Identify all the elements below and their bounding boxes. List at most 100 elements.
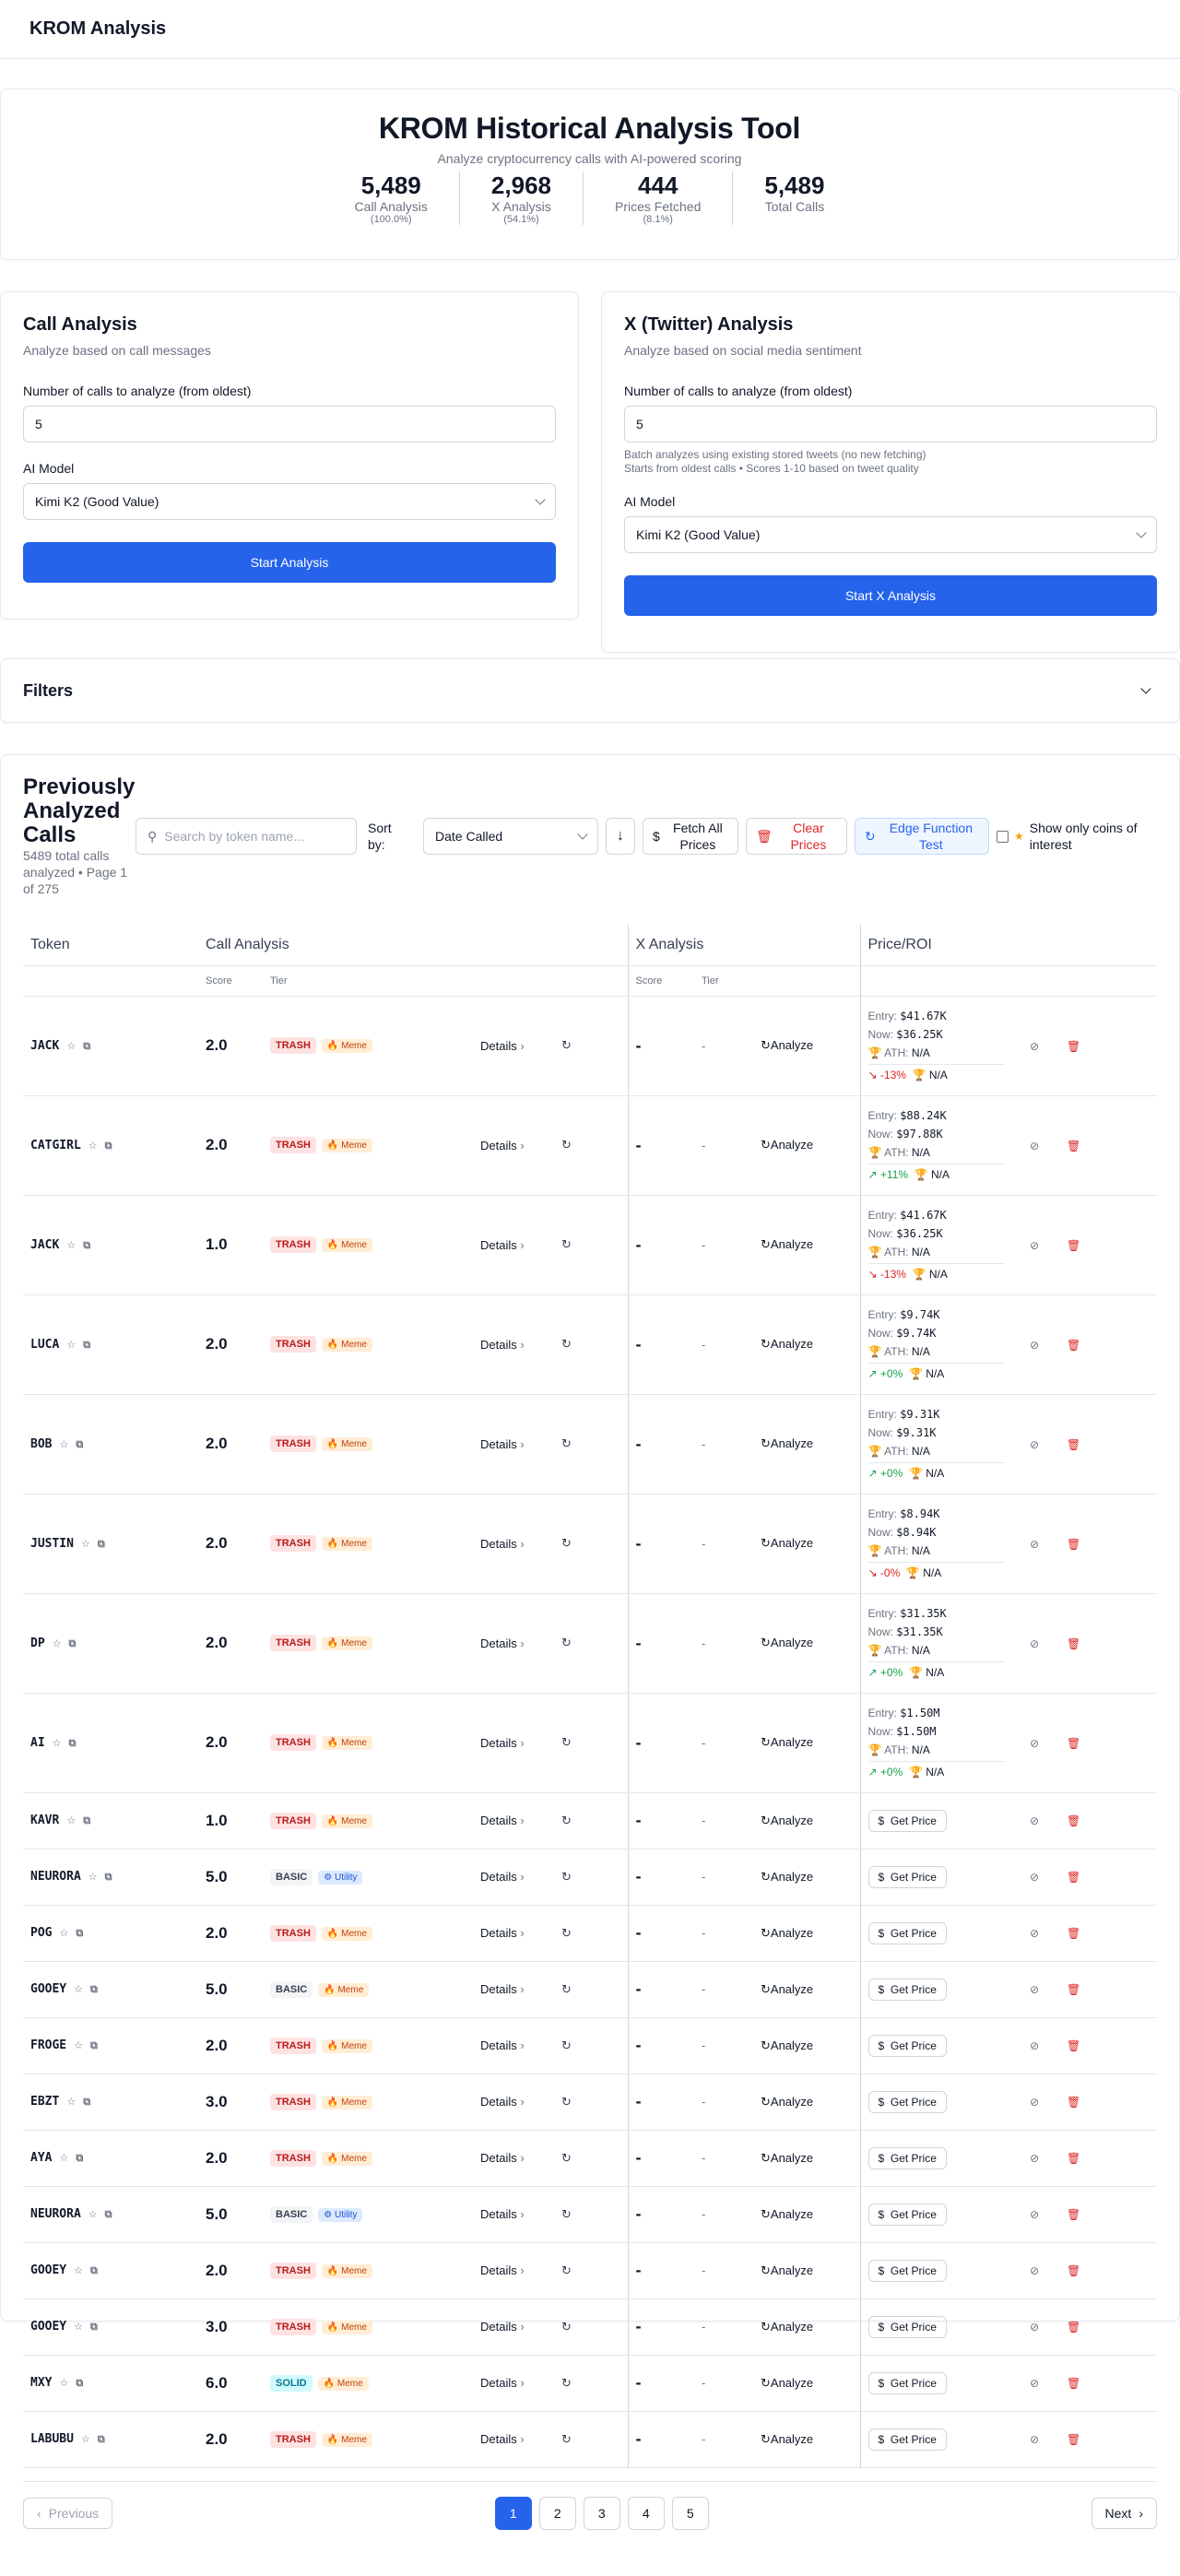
x-analyze-button[interactable]: ↻Analyze (761, 1038, 813, 1052)
star-icon[interactable]: ☆ (66, 1814, 76, 1826)
x-analyze-button[interactable]: ↻Analyze (761, 1337, 813, 1351)
details-button[interactable]: Details › (480, 1537, 525, 1551)
ban-icon[interactable]: ⊘ (1030, 2152, 1039, 2165)
ban-icon[interactable]: ⊘ (1030, 2096, 1039, 2109)
trash-icon[interactable]: 🗑 (1067, 1140, 1080, 1152)
copy-icon[interactable]: ⧉ (90, 2264, 98, 2276)
ban-icon[interactable]: ⊘ (1030, 1637, 1039, 1650)
refresh-icon[interactable]: ↻ (561, 1536, 572, 1550)
trash-icon[interactable]: 🗑 (1067, 1814, 1080, 1827)
star-icon[interactable]: ☆ (81, 2433, 90, 2445)
refresh-icon[interactable]: ↻ (561, 2207, 572, 2221)
refresh-icon[interactable]: ↻ (561, 1038, 572, 1052)
page-button[interactable]: 3 (583, 2497, 620, 2530)
star-icon[interactable]: ☆ (88, 1871, 98, 1883)
ban-icon[interactable]: ⊘ (1030, 2433, 1039, 2446)
x-analyze-button[interactable]: ↻Analyze (761, 2320, 813, 2334)
details-button[interactable]: Details › (480, 2376, 525, 2390)
get-price-button[interactable]: $ Get Price (867, 2259, 947, 2282)
ban-icon[interactable]: ⊘ (1030, 1814, 1039, 1827)
ban-icon[interactable]: ⊘ (1030, 1040, 1039, 1053)
refresh-icon[interactable]: ↻ (561, 1337, 572, 1351)
star-icon[interactable]: ☆ (74, 2264, 83, 2276)
get-price-button[interactable]: $ Get Price (867, 2315, 947, 2338)
x-analyze-button[interactable]: ↻Analyze (761, 2151, 813, 2165)
refresh-icon[interactable]: ↻ (561, 1870, 572, 1884)
refresh-icon[interactable]: ↻ (561, 2432, 572, 2446)
sort-direction-button[interactable]: ↓ (606, 818, 635, 855)
trash-icon[interactable]: 🗑 (1067, 2433, 1080, 2446)
next-page-button[interactable]: Next › (1091, 2498, 1157, 2529)
sort-select[interactable]: Date Called (423, 818, 598, 855)
x-analyze-button[interactable]: ↻Analyze (761, 1636, 813, 1649)
star-icon[interactable]: ☆ (74, 1983, 83, 1995)
page-button[interactable]: 2 (538, 2497, 576, 2530)
trash-icon[interactable]: 🗑 (1067, 1737, 1080, 1750)
refresh-icon[interactable]: ↻ (561, 1735, 572, 1749)
ban-icon[interactable]: ⊘ (1030, 2321, 1039, 2334)
checkbox[interactable] (997, 830, 1009, 843)
trash-icon[interactable]: 🗑 (1067, 1538, 1080, 1551)
x-analyze-button[interactable]: ↻Analyze (761, 1870, 813, 1884)
get-price-button[interactable]: $ Get Price (867, 2371, 947, 2394)
call-model-select[interactable]: Kimi K2 (Good Value) (23, 483, 556, 520)
ban-icon[interactable]: ⊘ (1030, 1871, 1039, 1884)
details-button[interactable]: Details › (480, 1814, 525, 1827)
start-x-analysis-button[interactable]: Start X Analysis (624, 575, 1157, 616)
x-analyze-button[interactable]: ↻Analyze (761, 2207, 813, 2221)
x-model-select[interactable]: Kimi K2 (Good Value) (624, 516, 1157, 553)
search-input[interactable]: ⚲ Search by token name... (136, 818, 357, 855)
x-analyze-button[interactable]: ↻Analyze (761, 1982, 813, 1996)
refresh-icon[interactable]: ↻ (561, 2320, 572, 2334)
details-button[interactable]: Details › (480, 1039, 525, 1053)
copy-icon[interactable]: ⧉ (69, 1637, 77, 1649)
details-button[interactable]: Details › (480, 1736, 525, 1750)
copy-icon[interactable]: ⧉ (98, 1538, 105, 1550)
details-button[interactable]: Details › (480, 1139, 525, 1152)
ban-icon[interactable]: ⊘ (1030, 1339, 1039, 1352)
details-button[interactable]: Details › (480, 1982, 525, 1996)
star-icon[interactable]: ☆ (66, 1339, 76, 1351)
ban-icon[interactable]: ⊘ (1030, 1538, 1039, 1551)
copy-icon[interactable]: ⧉ (105, 1140, 112, 1152)
ban-icon[interactable]: ⊘ (1030, 2208, 1039, 2221)
star-icon[interactable]: ☆ (81, 1538, 90, 1550)
star-icon[interactable]: ☆ (88, 1140, 98, 1152)
details-button[interactable]: Details › (480, 2151, 525, 2165)
x-analyze-button[interactable]: ↻Analyze (761, 2376, 813, 2390)
copy-icon[interactable]: ⧉ (90, 2321, 98, 2333)
copy-icon[interactable]: ⧉ (76, 2377, 83, 2389)
ban-icon[interactable]: ⊘ (1030, 1983, 1039, 1996)
copy-icon[interactable]: ⧉ (69, 1737, 77, 1749)
star-icon[interactable]: ☆ (59, 2377, 68, 2389)
filters-bar[interactable]: Filters (0, 658, 1180, 723)
get-price-button[interactable]: $ Get Price (867, 2203, 947, 2226)
trash-icon[interactable]: 🗑 (1067, 2096, 1080, 2109)
copy-icon[interactable]: ⧉ (83, 1814, 90, 1826)
star-icon[interactable]: ☆ (59, 2152, 68, 2164)
star-icon[interactable]: ☆ (59, 1438, 68, 1450)
trash-icon[interactable]: 🗑 (1067, 1438, 1080, 1451)
trash-icon[interactable]: 🗑 (1067, 2208, 1080, 2221)
get-price-button[interactable]: $ Get Price (867, 2146, 947, 2169)
details-button[interactable]: Details › (480, 2263, 525, 2277)
copy-icon[interactable]: ⧉ (83, 1040, 90, 1052)
clear-prices-button[interactable]: 🗑 Clear Prices (746, 818, 847, 855)
ban-icon[interactable]: ⊘ (1030, 2264, 1039, 2277)
ban-icon[interactable]: ⊘ (1030, 1239, 1039, 1252)
call-count-input[interactable]: 5 (23, 406, 556, 443)
star-icon[interactable]: ☆ (53, 1637, 62, 1649)
ban-icon[interactable]: ⊘ (1030, 2039, 1039, 2052)
refresh-icon[interactable]: ↻ (561, 1436, 572, 1450)
copy-icon[interactable]: ⧉ (83, 2096, 90, 2108)
refresh-icon[interactable]: ↻ (561, 2376, 572, 2390)
details-button[interactable]: Details › (480, 1637, 525, 1650)
x-count-input[interactable]: 5 (624, 406, 1157, 443)
refresh-icon[interactable]: ↻ (561, 1982, 572, 1996)
page-button[interactable]: 1 (494, 2497, 532, 2530)
get-price-button[interactable]: $ Get Price (867, 1809, 947, 1832)
get-price-button[interactable]: $ Get Price (867, 1978, 947, 2001)
star-icon[interactable]: ☆ (59, 1927, 68, 1939)
coins-of-interest-toggle[interactable]: ★ Show only coins of interest (997, 820, 1150, 853)
details-button[interactable]: Details › (480, 2095, 525, 2109)
